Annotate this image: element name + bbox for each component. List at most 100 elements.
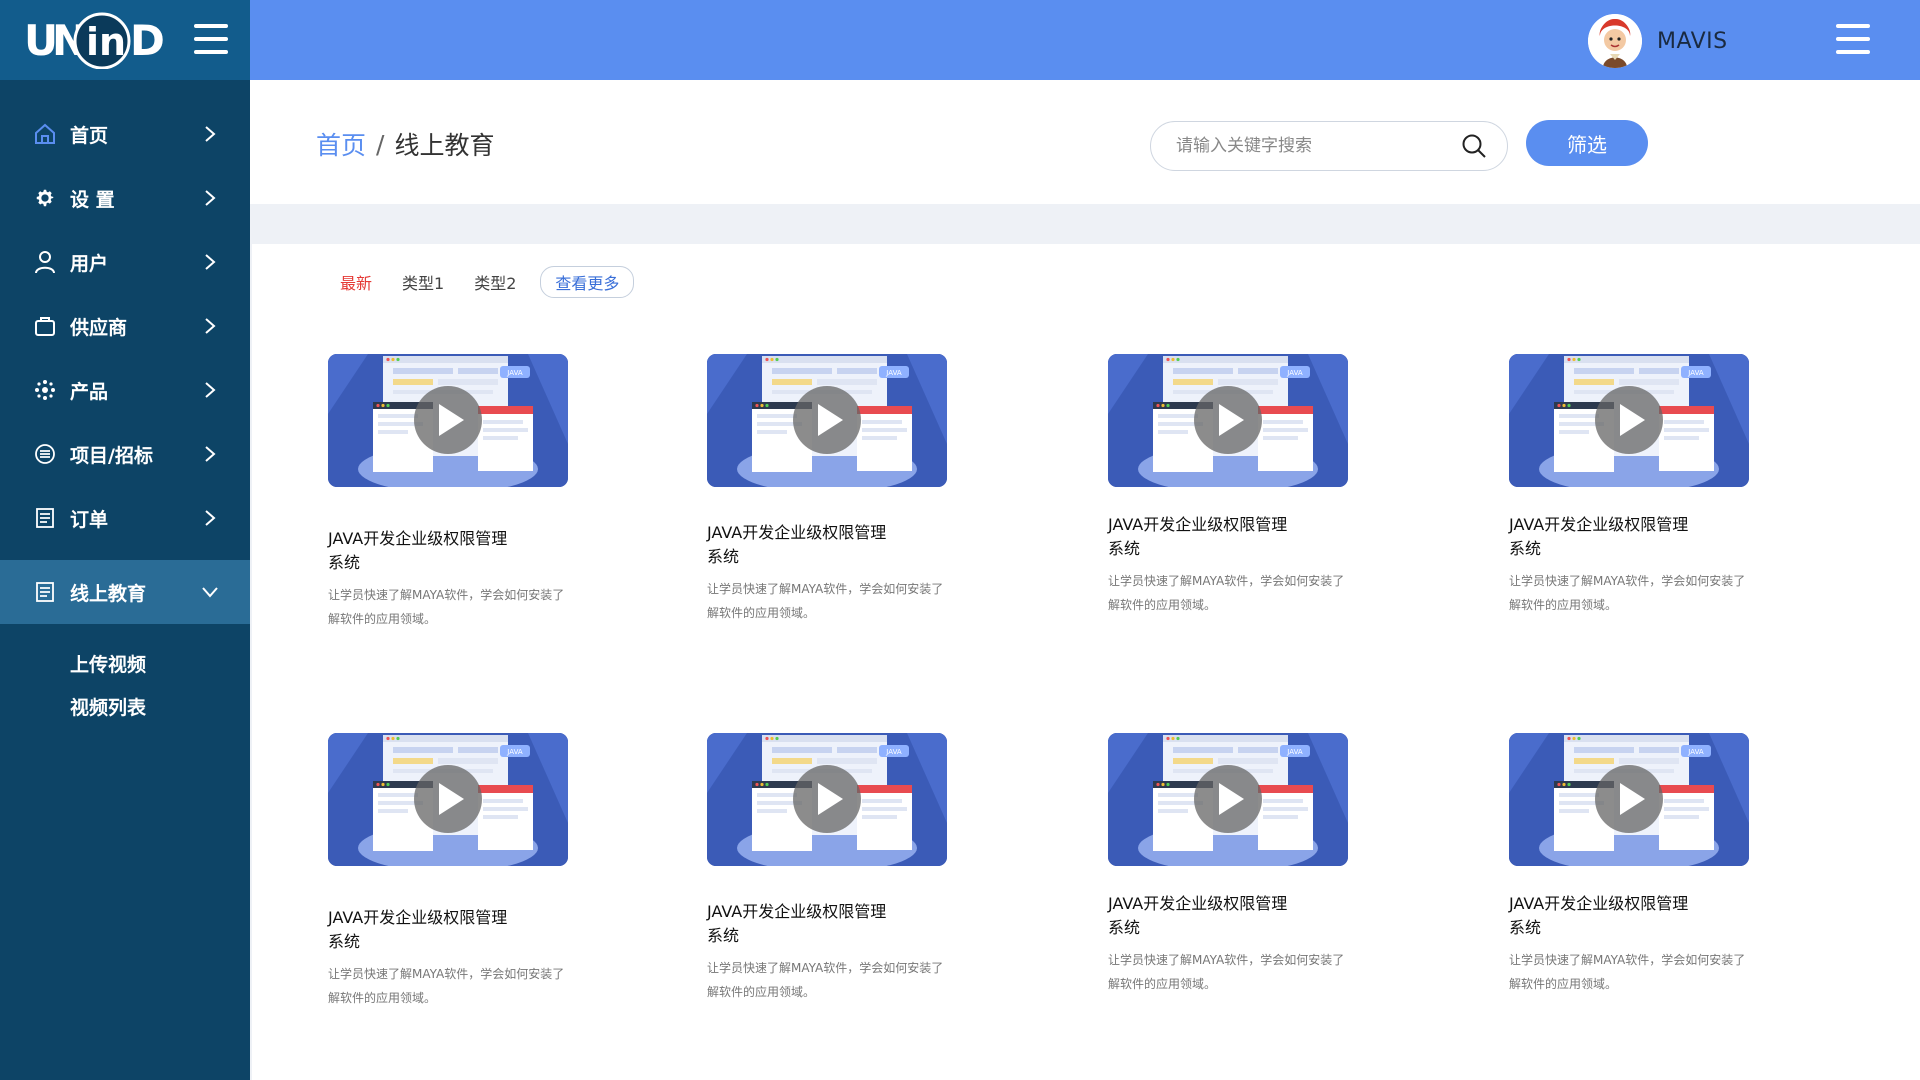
search-input[interactable]	[1176, 136, 1459, 156]
sidebar-item-online-education[interactable]: 线上教育	[0, 560, 250, 624]
user-profile[interactable]: MAVIS	[1588, 14, 1728, 68]
sidebar-item-users[interactable]: 用户	[0, 230, 250, 294]
video-card[interactable]: JAVA JAVA开发企业级权限管理系统让学员快速了解MAYA软件，学会如何安装了…	[707, 354, 967, 625]
video-card[interactable]: JAVA JAVA开发企业级权限管理系统让学员快速了解MAYA软件，学会如何安装了…	[707, 733, 967, 1004]
sidebar-item-suppliers[interactable]: 供应商	[0, 294, 250, 358]
video-card-description: 让学员快速了解MAYA软件，学会如何安装了解软件的应用领域。	[328, 588, 565, 626]
video-card-title[interactable]: JAVA开发企业级权限管理系统	[707, 521, 887, 569]
play-icon[interactable]	[414, 765, 482, 833]
sidebar-item-orders[interactable]: 订单	[0, 486, 250, 550]
svg-text:JAVA: JAVA	[1687, 369, 1704, 377]
breadcrumb-home-link[interactable]: 首页	[316, 126, 366, 162]
chevron-right-icon	[200, 252, 220, 272]
svg-text:JAVA: JAVA	[506, 369, 523, 377]
filter-button[interactable]: 筛选	[1526, 120, 1648, 166]
bag-icon	[32, 313, 58, 339]
home-icon	[32, 121, 58, 147]
tab-type-2[interactable]: 类型2	[474, 270, 516, 294]
chevron-right-icon	[200, 124, 220, 144]
video-card-title[interactable]: JAVA开发企业级权限管理系统	[707, 900, 887, 948]
sidebar-item-settings[interactable]: 设 置	[0, 166, 250, 230]
video-card[interactable]: JAVA JAVA开发企业级权限管理系统让学员快速了解MAYA软件，学会如何安装了…	[328, 733, 588, 1010]
chevron-right-icon	[200, 380, 220, 400]
video-grid: JAVA JAVA开发企业级权限管理系统 让学员快速了解MAYA软件，学会如何安装了…	[328, 354, 1920, 1054]
sidebar-item-label: 首页	[70, 124, 109, 147]
video-card-description: 让学员快速了解MAYA软件，学会如何安装了解软件的应用领域。	[707, 961, 944, 999]
video-card[interactable]: JAVA JAVA开发企业级权限管理系统让学员快速了解MAYA软件，学会如何安装了…	[1509, 354, 1769, 617]
brand-logo[interactable]: U N in D	[24, 11, 174, 69]
video-card-description: 让学员快速了解MAYA软件，学会如何安装了解软件的应用领域。	[328, 967, 565, 1005]
sidebar-nav: 首页 设 置 用户 供应商 产品 项目/招标 订单 线上教育	[0, 102, 250, 624]
sidebar-item-label: 线上教育	[70, 582, 147, 605]
breadcrumb: 首页 / 线上教育	[316, 126, 494, 162]
sidebar-item-label: 用户	[70, 252, 109, 275]
play-icon[interactable]	[793, 765, 861, 833]
sidebar-item-home[interactable]: 首页	[0, 102, 250, 166]
play-icon[interactable]	[1194, 386, 1262, 454]
subnav-item-upload-video[interactable]: 上传视频	[70, 642, 250, 685]
video-card-title[interactable]: JAVA开发企业级权限管理系统	[1509, 513, 1689, 561]
logo-bar: U N in D	[0, 0, 250, 80]
user-icon	[32, 249, 58, 275]
sidebar-item-label: 供应商	[70, 316, 128, 339]
play-icon[interactable]	[793, 386, 861, 454]
avatar[interactable]	[1588, 14, 1642, 68]
user-name: MAVIS	[1657, 28, 1728, 54]
svg-text:JAVA: JAVA	[885, 369, 902, 377]
svg-text:JAVA: JAVA	[506, 748, 523, 756]
logo-mark: U N in D	[24, 12, 165, 69]
video-card-title[interactable]: JAVA开发企业级权限管理系统	[1108, 892, 1288, 940]
cog-cluster-icon	[32, 377, 58, 403]
tab-latest[interactable]: 最新	[340, 270, 372, 294]
sidebar-item-label: 订单	[70, 508, 109, 531]
video-thumbnail[interactable]: JAVA	[1509, 733, 1749, 866]
list-circle-icon	[32, 441, 58, 467]
video-card-title[interactable]: JAVA开发企业级权限管理系统	[1108, 513, 1288, 561]
sidebar-toggle-menu-icon[interactable]	[194, 24, 228, 54]
video-thumbnail[interactable]: JAVA	[707, 354, 947, 487]
video-card-description: 让学员快速了解MAYA软件，学会如何安装了解软件的应用领域。	[707, 582, 944, 620]
play-icon[interactable]	[414, 386, 482, 454]
video-card-title[interactable]: JAVA开发企业级权限管理系统	[328, 906, 508, 954]
video-card-description: 让学员快速了解MAYA软件，学会如何安装了解软件的应用领域。	[1108, 574, 1345, 612]
clipboard-icon	[32, 579, 58, 605]
video-card[interactable]: JAVA JAVA开发企业级权限管理系统让学员快速了解MAYA软件，学会如何安装了…	[328, 354, 588, 631]
sidebar-item-label: 项目/招标	[70, 444, 153, 467]
video-thumbnail[interactable]: JAVA	[1108, 354, 1348, 487]
video-card-title[interactable]: JAVA开发企业级权限管理系统	[328, 527, 508, 575]
play-icon[interactable]	[1595, 765, 1663, 833]
search-box	[1150, 121, 1508, 171]
top-menu-icon[interactable]	[1836, 24, 1870, 54]
video-thumbnail[interactable]: JAVA	[1108, 733, 1348, 866]
svg-text:JAVA: JAVA	[1286, 369, 1303, 377]
video-card-description: 让学员快速了解MAYA软件，学会如何安装了解软件的应用领域。	[1509, 574, 1746, 612]
view-more-button[interactable]: 查看更多	[540, 266, 635, 298]
play-icon[interactable]	[1194, 765, 1262, 833]
chevron-right-icon	[200, 508, 220, 528]
breadcrumb-separator: /	[376, 129, 385, 159]
video-thumbnail[interactable]: JAVA	[328, 733, 568, 866]
tab-type-1[interactable]: 类型1	[402, 270, 444, 294]
search-icon[interactable]	[1459, 131, 1489, 161]
clipboard-icon	[32, 505, 58, 531]
play-icon[interactable]	[1595, 386, 1663, 454]
sidebar-item-projects[interactable]: 项目/招标	[0, 422, 250, 486]
chevron-down-icon	[200, 582, 220, 602]
video-card[interactable]: JAVA JAVA开发企业级权限管理系统 让学员快速了解MAYA软件，学会如何安装了…	[1509, 733, 1769, 996]
chevron-right-icon	[200, 316, 220, 336]
svg-text:D: D	[130, 16, 165, 65]
subnav-item-video-list[interactable]: 视频列表	[70, 685, 250, 728]
video-card-title[interactable]: JAVA开发企业级权限管理系统	[1509, 892, 1689, 940]
video-thumbnail[interactable]: JAVA	[707, 733, 947, 866]
video-card[interactable]: JAVA JAVA开发企业级权限管理系统让学员快速了解MAYA软件，学会如何安装了…	[1108, 354, 1368, 617]
sidebar-subnav: 上传视频 视频列表	[0, 624, 250, 728]
chevron-right-icon	[200, 188, 220, 208]
svg-text:JAVA: JAVA	[1286, 748, 1303, 756]
video-card[interactable]: JAVA JAVA开发企业级权限管理系统 让学员快速了解MAYA软件，学会如何安装了…	[1108, 733, 1368, 996]
sidebar: U N in D 首页 设 置 用户 供应商 产品 项目/招标 订单 线上教育 …	[0, 0, 250, 1080]
sidebar-item-label: 设 置	[70, 188, 115, 211]
video-thumbnail[interactable]: JAVA	[328, 354, 568, 487]
sidebar-item-products[interactable]: 产品	[0, 358, 250, 422]
category-tabs: 最新 类型1 类型2 查看更多	[340, 266, 635, 298]
video-thumbnail[interactable]: JAVA	[1509, 354, 1749, 487]
